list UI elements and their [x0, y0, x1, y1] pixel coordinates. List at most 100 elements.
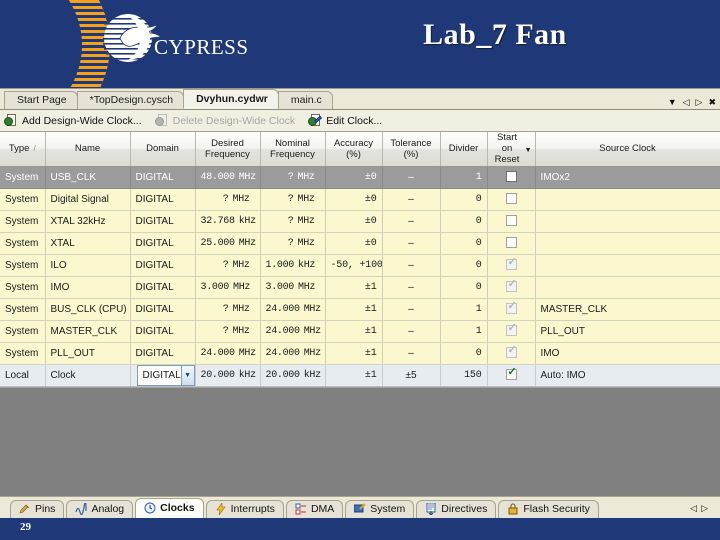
cell-accuracy[interactable]: ±1: [325, 276, 383, 299]
cell-name[interactable]: XTAL 32kHz: [45, 210, 131, 233]
cell-nominal-frequency[interactable]: ? MHz: [260, 188, 326, 211]
cell-nominal-frequency[interactable]: 24.000 MHz: [260, 320, 326, 343]
cell-desired-frequency[interactable]: 25.000 MHz: [195, 232, 261, 255]
cell-desired-frequency[interactable]: ? MHz: [195, 320, 261, 343]
start-on-reset-checkbox[interactable]: [505, 193, 517, 205]
cell-name[interactable]: USB_CLK: [45, 166, 131, 189]
cell-source-clock[interactable]: [535, 276, 720, 299]
cell-accuracy[interactable]: ±1: [325, 342, 383, 365]
cell-name[interactable]: IMO: [45, 276, 131, 299]
cell-divider[interactable]: 1: [440, 320, 488, 343]
cell-tolerance[interactable]: –: [382, 210, 441, 233]
column-header-divider[interactable]: Divider: [440, 132, 488, 167]
cell-divider[interactable]: 1: [440, 298, 488, 321]
column-header-source-clock[interactable]: Source Clock: [535, 132, 720, 167]
editor-tab-2[interactable]: Dvyhun.cydwr: [183, 89, 279, 109]
bottom-tab-system[interactable]: System: [345, 499, 415, 518]
cell-type[interactable]: System: [0, 342, 46, 365]
chevron-down-icon[interactable]: ▼: [180, 365, 194, 385]
cell-divider[interactable]: 0: [440, 254, 488, 277]
cell-domain[interactable]: DIGITAL: [130, 210, 196, 233]
cell-desired-frequency[interactable]: 20.000 kHz: [195, 364, 261, 387]
start-on-reset-checkbox[interactable]: [505, 215, 517, 227]
chevron-down-icon[interactable]: ▼: [668, 98, 677, 107]
cell-type[interactable]: System: [0, 188, 46, 211]
cell-start-on-reset[interactable]: [487, 210, 536, 233]
cell-nominal-frequency[interactable]: ? MHz: [260, 210, 326, 233]
cell-tolerance[interactable]: –: [382, 276, 441, 299]
cell-source-clock[interactable]: [535, 254, 720, 277]
cell-start-on-reset[interactable]: [487, 276, 536, 299]
cell-divider[interactable]: 0: [440, 232, 488, 255]
cell-accuracy[interactable]: -50, +100: [325, 254, 383, 277]
cell-source-clock[interactable]: IMO: [535, 342, 720, 365]
cell-type[interactable]: System: [0, 276, 46, 299]
start-on-reset-checkbox[interactable]: [505, 237, 517, 249]
bottom-tab-analog[interactable]: Analog: [66, 499, 134, 518]
cell-accuracy[interactable]: ±1: [325, 298, 383, 321]
cell-type[interactable]: Local: [0, 364, 46, 387]
cell-divider[interactable]: 150: [440, 364, 488, 387]
edit-clock-button[interactable]: Edit Clock...: [308, 114, 382, 127]
cell-name[interactable]: XTAL: [45, 232, 131, 255]
cell-tolerance[interactable]: –: [382, 232, 441, 255]
start-on-reset-checkbox[interactable]: [505, 367, 517, 381]
prev-tab-icon[interactable]: ◁: [690, 503, 701, 513]
cell-source-clock[interactable]: IMOx2: [535, 166, 720, 189]
cell-desired-frequency[interactable]: 48.000 MHz: [195, 166, 261, 189]
column-header-desired-frequency[interactable]: Desired Frequency: [195, 132, 261, 167]
table-row[interactable]: System ILO DIGITAL? MHz 1.000 kHz -50, +100–0: [0, 254, 720, 277]
editor-tab-0[interactable]: Start Page: [4, 91, 78, 109]
table-row[interactable]: System USB_CLK DIGITAL 48.000 MHz? MHz ±0–1 IMO…: [0, 166, 720, 189]
start-on-reset-checkbox[interactable]: [505, 171, 517, 183]
cell-nominal-frequency[interactable]: ? MHz: [260, 166, 326, 189]
cell-source-clock[interactable]: PLL_OUT: [535, 320, 720, 343]
cell-desired-frequency[interactable]: 32.768 kHz: [195, 210, 261, 233]
cell-tolerance[interactable]: –: [382, 254, 441, 277]
cell-start-on-reset[interactable]: [487, 254, 536, 277]
cell-name[interactable]: PLL_OUT: [45, 342, 131, 365]
cell-nominal-frequency[interactable]: ? MHz: [260, 232, 326, 255]
cell-divider[interactable]: 0: [440, 210, 488, 233]
start-on-reset-checkbox[interactable]: [505, 257, 517, 271]
cell-name[interactable]: Digital Signal: [45, 188, 131, 211]
bottom-tab-flash-security[interactable]: Flash Security: [498, 499, 599, 518]
column-header-name[interactable]: Name: [45, 132, 131, 167]
cell-accuracy[interactable]: ±0: [325, 210, 383, 233]
cell-start-on-reset[interactable]: [487, 166, 536, 189]
cell-divider[interactable]: 0: [440, 188, 488, 211]
cell-start-on-reset[interactable]: [487, 342, 536, 365]
table-row[interactable]: System IMO DIGITAL 3.000 MHz 3.000 MHz ±1–0: [0, 276, 720, 299]
cell-desired-frequency[interactable]: ? MHz: [195, 298, 261, 321]
column-header-nominal-frequency[interactable]: Nominal Frequency: [260, 132, 326, 167]
cell-tolerance[interactable]: ±5: [382, 364, 441, 387]
cell-accuracy[interactable]: ±1: [325, 320, 383, 343]
start-on-reset-checkbox[interactable]: [505, 345, 517, 359]
cell-divider[interactable]: 1: [440, 166, 488, 189]
cell-domain[interactable]: DIGITAL: [130, 276, 196, 299]
cell-tolerance[interactable]: –: [382, 320, 441, 343]
cell-nominal-frequency[interactable]: 1.000 kHz: [260, 254, 326, 277]
cell-accuracy[interactable]: ±0: [325, 232, 383, 255]
cell-name[interactable]: BUS_CLK (CPU): [45, 298, 131, 321]
cell-source-clock[interactable]: [535, 188, 720, 211]
cell-source-clock[interactable]: [535, 210, 720, 233]
cell-domain[interactable]: DIGITAL ▼: [130, 364, 196, 387]
cell-start-on-reset[interactable]: [487, 298, 536, 321]
next-tab-icon[interactable]: ▷: [696, 98, 703, 107]
table-row[interactable]: System PLL_OUT DIGITAL 24.000 MHz 24.000 MHz ±1…: [0, 342, 720, 365]
cell-domain[interactable]: DIGITAL: [130, 342, 196, 365]
cell-divider[interactable]: 0: [440, 276, 488, 299]
cell-domain[interactable]: DIGITAL: [130, 320, 196, 343]
table-row[interactable]: System XTAL DIGITAL 25.000 MHz? MHz ±0–0: [0, 232, 720, 255]
cell-type[interactable]: System: [0, 254, 46, 277]
cell-tolerance[interactable]: –: [382, 188, 441, 211]
add-design-wide-clock-button[interactable]: Add Design-Wide Clock...: [4, 114, 142, 127]
start-on-reset-checkbox[interactable]: [505, 301, 517, 315]
table-row[interactable]: System XTAL 32kHz DIGITAL 32.768 kHz? MHz ±0–0: [0, 210, 720, 233]
column-header-accuracy[interactable]: Accuracy (%): [325, 132, 383, 167]
bottom-tab-dma[interactable]: DMA: [285, 499, 344, 518]
editor-tab-3[interactable]: main.c: [277, 91, 333, 109]
cell-tolerance[interactable]: –: [382, 166, 441, 189]
start-on-reset-checkbox[interactable]: [505, 279, 517, 293]
